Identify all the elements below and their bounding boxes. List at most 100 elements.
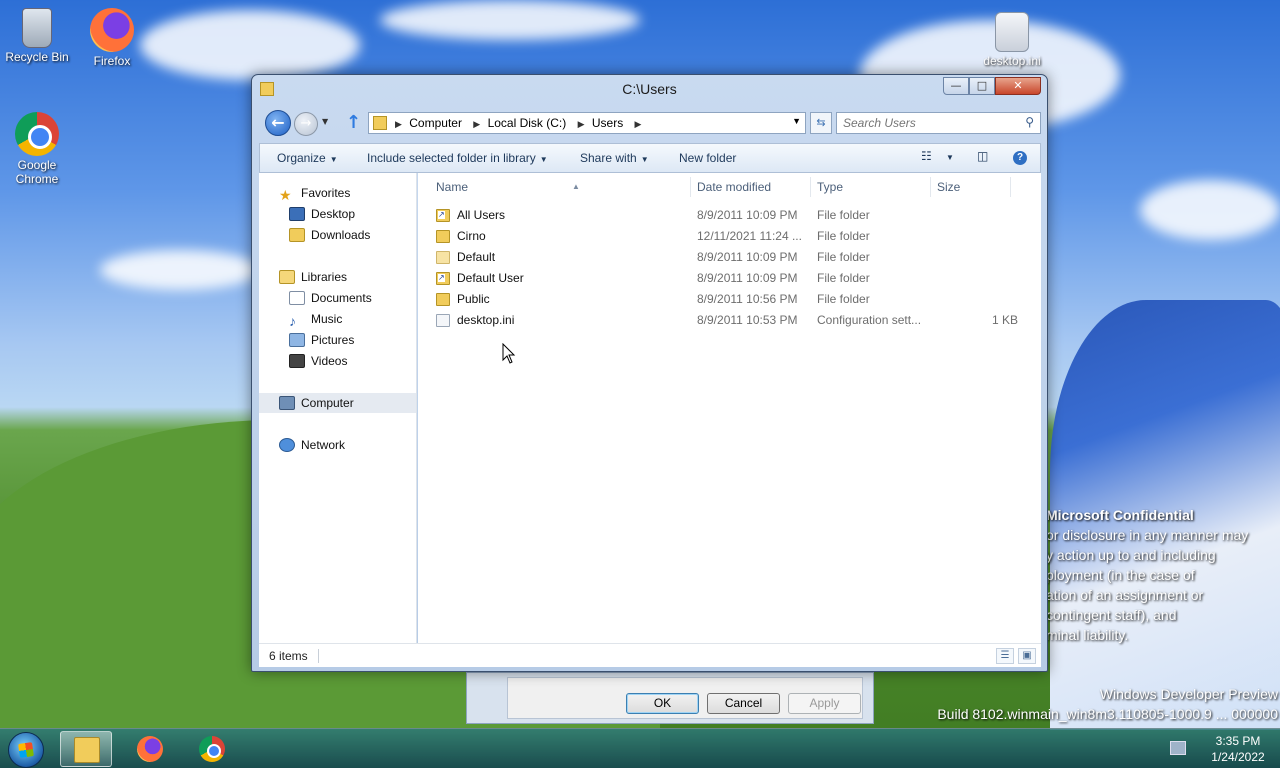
column-divider[interactable] xyxy=(810,177,811,197)
breadcrumb-computer[interactable]: Computer xyxy=(409,116,462,130)
cancel-button[interactable]: Cancel xyxy=(707,693,780,714)
file-name: Default User xyxy=(457,271,524,285)
confidential-line: or disclosure in any manner may xyxy=(1046,527,1249,543)
breadcrumb-arrow-icon[interactable]: ▶ xyxy=(635,119,642,129)
breadcrumb-users[interactable]: Users xyxy=(592,116,623,130)
nav-item-desktop[interactable]: Desktop xyxy=(289,204,355,224)
nav-label: Downloads xyxy=(311,228,371,242)
file-type: Configuration sett... xyxy=(817,313,922,327)
clock-time: 3:35 PM xyxy=(1215,734,1261,748)
table-row[interactable]: Cirno 12/11/2021 11:24 ... File folder xyxy=(418,226,1041,247)
refresh-button[interactable]: ⇆ xyxy=(810,112,832,134)
confidential-line: y action up to and including xyxy=(1046,547,1216,563)
chrome-icon xyxy=(199,736,225,762)
share-with-menu[interactable]: Share with ▼ xyxy=(580,151,649,165)
nav-label: Network xyxy=(301,438,346,452)
address-dropdown-icon[interactable]: ▼ xyxy=(792,116,801,126)
folder-icon xyxy=(436,293,450,306)
explorer-window: C:\Users — □ ✕ ← → ▼ ↑ ▶ Computer ▶ Loca… xyxy=(251,74,1048,672)
include-in-library-menu[interactable]: Include selected folder in library ▼ xyxy=(367,151,548,165)
document-icon xyxy=(289,291,305,305)
table-row[interactable]: All Users 8/9/2011 10:09 PM File folder xyxy=(418,205,1041,226)
column-header-name[interactable]: Name ▲ xyxy=(436,177,686,197)
status-bar: 6 items ☰ ▣ xyxy=(259,643,1041,667)
maximize-button[interactable]: □ xyxy=(969,77,995,95)
table-row[interactable]: Default User 8/9/2011 10:09 PM File fold… xyxy=(418,268,1041,289)
system-clock[interactable]: 3:35 PM 1/24/2022 xyxy=(1196,733,1280,765)
large-icons-view-icon[interactable]: ▣ xyxy=(1018,648,1036,664)
forward-button[interactable]: → xyxy=(294,112,318,136)
recent-pages-dropdown[interactable]: ▼ xyxy=(322,117,328,126)
firefox-icon xyxy=(90,8,134,52)
breadcrumb-arrow-icon[interactable]: ▶ xyxy=(395,119,402,129)
preview-pane-icon[interactable]: ◫ xyxy=(977,149,988,163)
taskbar: 3:35 PM 1/24/2022 xyxy=(0,728,1280,768)
title-bar[interactable]: C:\Users — □ ✕ xyxy=(252,75,1047,107)
breadcrumb-local-disk[interactable]: Local Disk (C:) xyxy=(488,116,567,130)
organize-menu[interactable]: Organize ▼ xyxy=(277,151,338,165)
folder-icon xyxy=(436,251,450,264)
dialog-button-area: OK Cancel Apply xyxy=(507,677,863,719)
folder-shortcut-icon xyxy=(436,209,450,222)
chevron-down-icon[interactable]: ▼ xyxy=(946,153,954,162)
details-view-icon[interactable]: ☰ xyxy=(996,648,1014,664)
column-header-type[interactable]: Type xyxy=(817,177,927,197)
column-divider[interactable] xyxy=(1010,177,1011,197)
videos-icon xyxy=(289,354,305,368)
network-tray-icon[interactable] xyxy=(1170,741,1186,755)
nav-item-network[interactable]: Network xyxy=(279,435,345,455)
desktop-icon-desktop-ini[interactable]: desktop.ini xyxy=(975,12,1049,68)
ok-button[interactable]: OK xyxy=(626,693,699,714)
nav-item-documents[interactable]: Documents xyxy=(289,288,372,308)
new-folder-button[interactable]: New folder xyxy=(679,151,736,165)
start-button[interactable] xyxy=(8,732,44,768)
nav-item-music[interactable]: ♪ Music xyxy=(289,309,342,329)
address-bar[interactable]: ▶ Computer ▶ Local Disk (C:) ▶ Users ▶ ▼ xyxy=(368,112,806,134)
properties-dialog: OK Cancel Apply xyxy=(466,672,874,724)
minimize-button[interactable]: — xyxy=(943,77,969,95)
nav-item-downloads[interactable]: Downloads xyxy=(289,225,370,245)
back-button[interactable]: ← xyxy=(265,110,291,136)
apply-button[interactable]: Apply xyxy=(788,693,861,714)
column-divider[interactable] xyxy=(930,177,931,197)
search-box[interactable]: ⚲ xyxy=(836,112,1041,134)
chrome-icon xyxy=(15,112,59,156)
watermark-line: Build 8102.winmain_win8m3.110805-1000.9 … xyxy=(937,706,1278,722)
table-row[interactable]: Public 8/9/2011 10:56 PM File folder xyxy=(418,289,1041,310)
table-row[interactable]: Default 8/9/2011 10:09 PM File folder xyxy=(418,247,1041,268)
close-button[interactable]: ✕ xyxy=(995,77,1041,95)
breadcrumb-arrow-icon[interactable]: ▶ xyxy=(473,119,480,129)
nav-item-videos[interactable]: Videos xyxy=(289,351,347,371)
table-row[interactable]: desktop.ini 8/9/2011 10:53 PM Configurat… xyxy=(418,310,1041,331)
help-icon[interactable]: ? xyxy=(1013,151,1027,165)
file-date: 12/11/2021 11:24 ... xyxy=(697,229,802,243)
nav-item-computer[interactable]: Computer xyxy=(259,393,416,413)
desktop-icon-recycle-bin[interactable]: Recycle Bin xyxy=(0,8,74,64)
search-input[interactable] xyxy=(843,114,1013,132)
file-list: Name ▲ Date modified Type Size All Users … xyxy=(418,173,1041,643)
window-title: C:\Users xyxy=(622,81,677,97)
nav-item-favorites[interactable]: ★ Favorites xyxy=(279,183,350,203)
file-explorer-icon xyxy=(74,737,100,763)
up-arrow-icon[interactable]: ↑ xyxy=(346,112,361,133)
desktop-icon-chrome[interactable]: Google Chrome xyxy=(0,112,74,186)
breadcrumb-arrow-icon[interactable]: ▶ xyxy=(578,119,585,129)
share-label: Share with xyxy=(580,151,637,165)
taskbar-explorer-button[interactable] xyxy=(60,731,112,767)
pictures-icon xyxy=(289,333,305,347)
taskbar-firefox-button[interactable] xyxy=(124,731,176,767)
nav-label: Libraries xyxy=(301,270,348,284)
nav-item-libraries[interactable]: Libraries xyxy=(279,267,347,287)
chevron-down-icon: ▼ xyxy=(640,155,649,164)
confidential-line: contingent staff), and xyxy=(1046,607,1177,623)
column-header-date[interactable]: Date modified xyxy=(697,177,807,197)
star-icon: ★ xyxy=(279,187,292,203)
desktop-icon-label: Google Chrome xyxy=(15,158,59,186)
column-divider[interactable] xyxy=(690,177,691,197)
view-options-icon[interactable]: ☷ xyxy=(921,149,932,163)
nav-item-pictures[interactable]: Pictures xyxy=(289,330,354,350)
column-header-size[interactable]: Size xyxy=(937,177,1007,197)
desktop-icon-firefox[interactable]: Firefox xyxy=(75,8,149,68)
taskbar-chrome-button[interactable] xyxy=(186,731,238,767)
search-icon[interactable]: ⚲ xyxy=(1025,115,1034,129)
